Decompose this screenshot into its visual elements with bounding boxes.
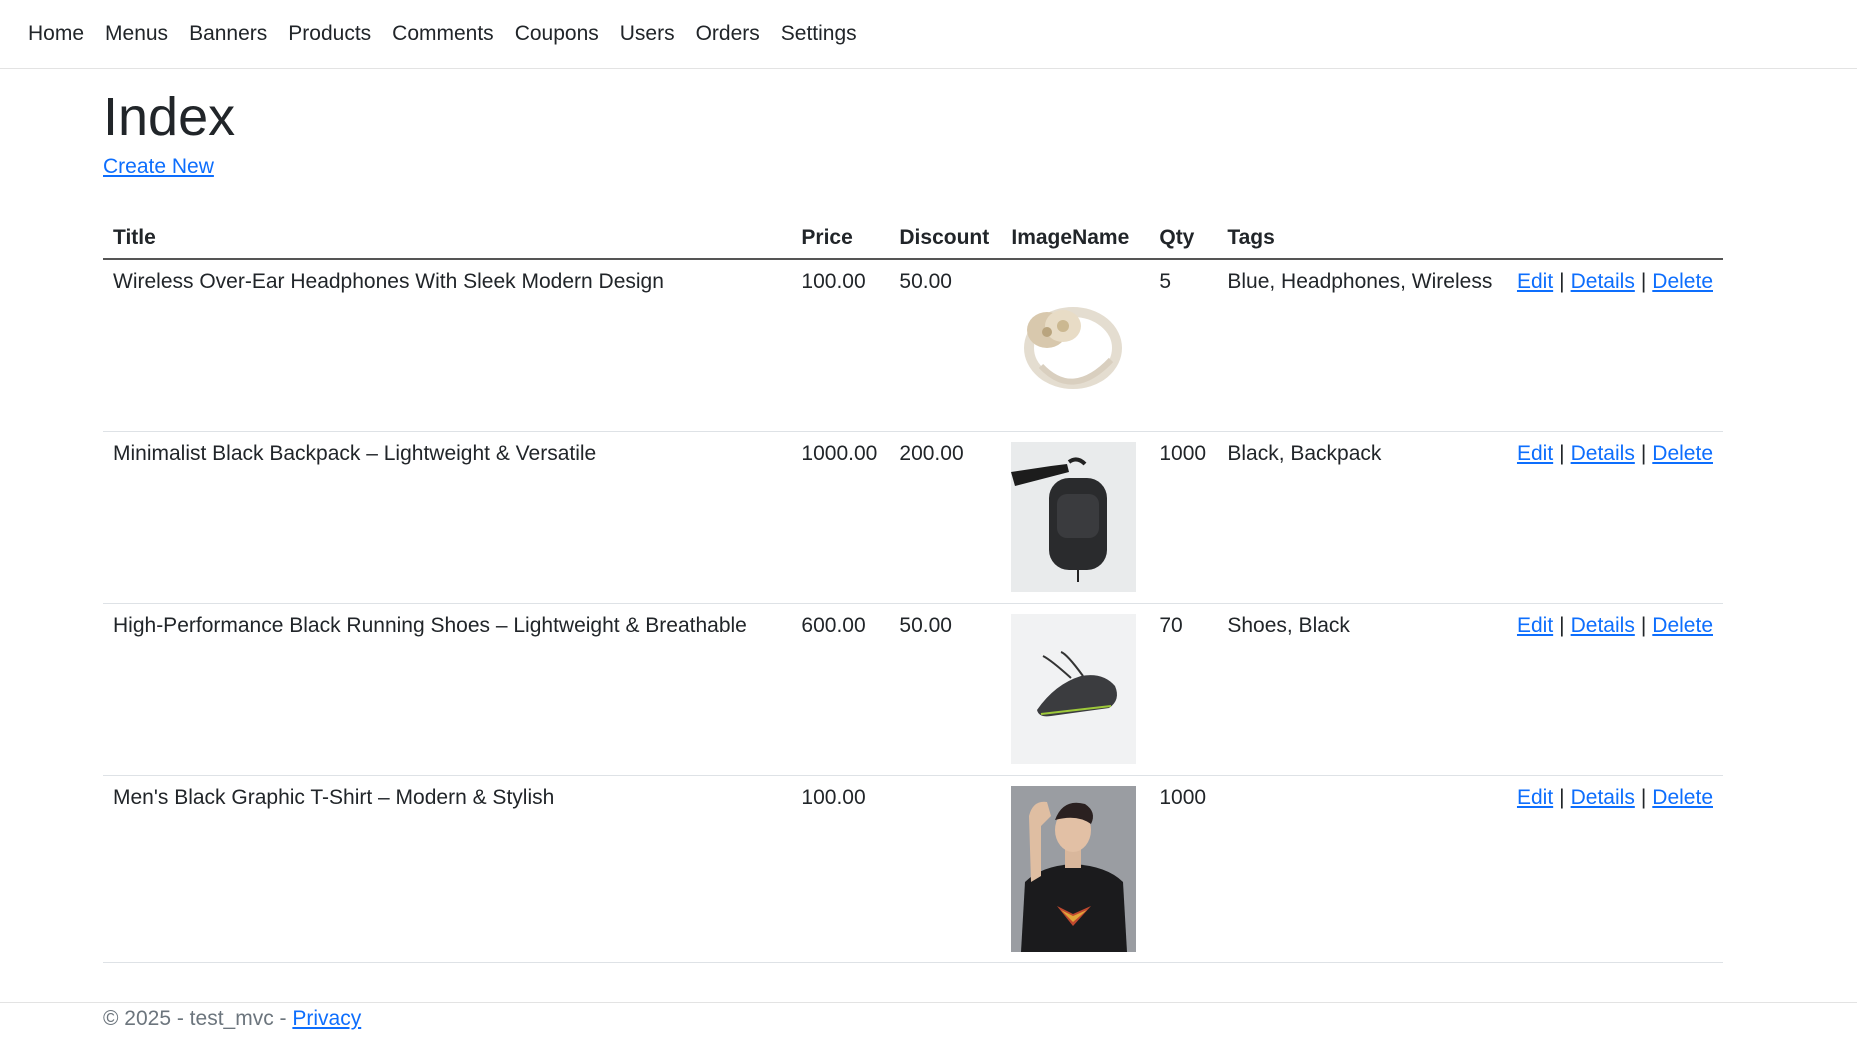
cell-qty: 1000: [1149, 775, 1218, 964]
table-row: Wireless Over-Ear Headphones With Sleek …: [103, 259, 1723, 433]
nav-orders[interactable]: Orders: [696, 22, 760, 46]
top-navbar: Home Menus Banners Products Comments Cou…: [0, 0, 1857, 69]
separator: |: [1559, 442, 1565, 466]
main-content: Index Create New Title Price Discount Im…: [103, 70, 1723, 964]
footer-text: © 2025 - test_mvc - Privacy: [103, 1007, 1857, 1031]
separator: |: [1640, 442, 1647, 466]
nav-settings[interactable]: Settings: [781, 22, 857, 46]
header-title: Title: [103, 205, 792, 261]
products-table: Title Price Discount ImageName Qty Tags …: [103, 205, 1723, 964]
cell-discount: 50.00: [889, 603, 1002, 777]
table-row: Minimalist Black Backpack – Lightweight …: [103, 431, 1723, 605]
cell-tags: [1217, 775, 1507, 964]
cell-actions: Edit | Details | Delete: [1506, 775, 1723, 964]
edit-link[interactable]: Edit: [1517, 442, 1553, 465]
backpack-image: [1011, 442, 1137, 593]
cell-price: 600.00: [791, 603, 890, 777]
header-qty: Qty: [1149, 205, 1218, 261]
nav-home[interactable]: Home: [28, 22, 84, 46]
header-price: Price: [791, 205, 890, 261]
separator: |: [1640, 270, 1647, 294]
privacy-link[interactable]: Privacy: [292, 1007, 361, 1030]
separator: |: [1559, 614, 1565, 638]
cell-image: [1001, 431, 1150, 605]
separator: |: [1640, 614, 1647, 638]
cell-title: High-Performance Black Running Shoes – L…: [103, 603, 792, 777]
tshirt-image: [1011, 786, 1137, 953]
header-imagename: ImageName: [1001, 205, 1150, 261]
separator: |: [1559, 270, 1565, 294]
cell-tags: Blue, Headphones, Wireless: [1217, 259, 1507, 433]
shoe-image: [1011, 614, 1137, 765]
cell-tags: Shoes, Black: [1217, 603, 1507, 777]
edit-link[interactable]: Edit: [1517, 786, 1553, 809]
delete-link[interactable]: Delete: [1652, 270, 1713, 293]
copyright-text: © 2025 - test_mvc -: [103, 1007, 293, 1030]
table-header-row: Title Price Discount ImageName Qty Tags: [103, 205, 1723, 261]
delete-link[interactable]: Delete: [1652, 614, 1713, 637]
separator: |: [1640, 786, 1647, 810]
cell-tags: Black, Backpack: [1217, 431, 1507, 605]
nav-menus[interactable]: Menus: [105, 22, 168, 46]
details-link[interactable]: Details: [1571, 786, 1635, 809]
edit-link[interactable]: Edit: [1517, 614, 1553, 637]
delete-link[interactable]: Delete: [1652, 786, 1713, 809]
cell-price: 1000.00: [791, 431, 890, 605]
cell-qty: 5: [1149, 259, 1218, 433]
cell-actions: Edit | Details | Delete: [1506, 259, 1723, 433]
nav-coupons[interactable]: Coupons: [515, 22, 599, 46]
delete-link[interactable]: Delete: [1652, 442, 1713, 465]
table-row: Men's Black Graphic T-Shirt – Modern & S…: [103, 775, 1723, 964]
create-new-link[interactable]: Create New: [103, 155, 214, 179]
details-link[interactable]: Details: [1571, 614, 1635, 637]
details-link[interactable]: Details: [1571, 270, 1635, 293]
details-link[interactable]: Details: [1571, 442, 1635, 465]
cell-qty: 1000: [1149, 431, 1218, 605]
footer: © 2025 - test_mvc - Privacy: [0, 1002, 1857, 1031]
cell-discount: 50.00: [889, 259, 1002, 433]
nav-comments[interactable]: Comments: [392, 22, 494, 46]
header-tags: Tags: [1217, 205, 1507, 261]
cell-price: 100.00: [791, 259, 890, 433]
cell-price: 100.00: [791, 775, 890, 964]
cell-image: [1001, 775, 1150, 964]
cell-title: Men's Black Graphic T-Shirt – Modern & S…: [103, 775, 792, 964]
cell-actions: Edit | Details | Delete: [1506, 603, 1723, 777]
table-row: High-Performance Black Running Shoes – L…: [103, 603, 1723, 777]
separator: |: [1559, 786, 1565, 810]
cell-qty: 70: [1149, 603, 1218, 777]
cell-image: [1001, 259, 1150, 433]
nav-banners[interactable]: Banners: [189, 22, 267, 46]
headphones-image: [1011, 270, 1137, 421]
cell-title: Minimalist Black Backpack – Lightweight …: [103, 431, 792, 605]
cell-discount: 200.00: [889, 431, 1002, 605]
header-discount: Discount: [889, 205, 1002, 261]
page-title: Index: [103, 87, 236, 147]
nav-users[interactable]: Users: [620, 22, 675, 46]
cell-title: Wireless Over-Ear Headphones With Sleek …: [103, 259, 792, 433]
cell-discount: [889, 775, 1002, 964]
nav-products[interactable]: Products: [288, 22, 371, 46]
header-actions: [1506, 205, 1723, 261]
cell-actions: Edit | Details | Delete: [1506, 431, 1723, 605]
cell-image: [1001, 603, 1150, 777]
edit-link[interactable]: Edit: [1517, 270, 1553, 293]
